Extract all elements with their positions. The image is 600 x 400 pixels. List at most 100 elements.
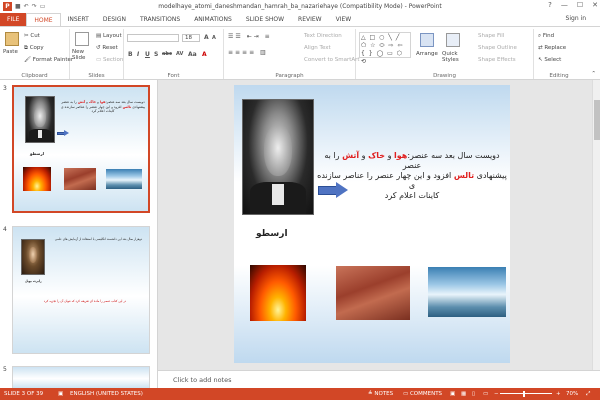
strikethrough-button[interactable]: abc xyxy=(162,51,172,57)
character-spacing-button[interactable]: AV xyxy=(176,51,183,57)
portrait-image xyxy=(25,96,55,143)
spellcheck-icon[interactable]: ▣ xyxy=(58,391,63,397)
comments-button[interactable]: ▭ COMMENTS xyxy=(403,391,442,397)
normal-view-icon[interactable]: ▣ xyxy=(450,391,455,397)
fit-to-window-icon[interactable]: ⤢ xyxy=(586,391,590,398)
convert-smartart-button[interactable]: Convert to SmartArt xyxy=(304,57,360,63)
reading-view-icon[interactable]: ▯ xyxy=(472,391,475,397)
align-text-button[interactable]: Align Text xyxy=(304,45,331,51)
select-button[interactable]: ↖ Select xyxy=(538,57,561,63)
sky-image xyxy=(428,267,506,317)
text-direction-button[interactable]: Text Direction xyxy=(304,33,342,39)
help-icon[interactable]: ? xyxy=(548,1,552,9)
shape-outline-button[interactable]: Shape Outline xyxy=(478,45,517,51)
notes-label: NOTES xyxy=(374,391,394,397)
slide-thumbnails-pane: 3 ارسطو دویست سال بعد سه عنصر:هوا و خاک … xyxy=(0,80,158,388)
thumb-caption: ارسطو xyxy=(30,151,45,156)
cut-button[interactable]: ✂ Cut xyxy=(24,33,40,39)
maximize-icon[interactable]: ☐ xyxy=(577,1,583,9)
font-name-field[interactable] xyxy=(127,34,179,42)
portrait-image xyxy=(21,239,45,275)
zoom-in-icon[interactable]: + xyxy=(556,391,561,397)
quick-styles-icon[interactable] xyxy=(446,33,460,47)
window-controls: ? — ☐ ✕ xyxy=(548,1,598,9)
tab-design[interactable]: DESIGN xyxy=(96,13,133,26)
select-label: Select xyxy=(544,57,562,63)
slide-thumbnail-5[interactable] xyxy=(12,366,150,388)
font-label: Font xyxy=(167,73,180,79)
align-buttons-icon[interactable]: ≡≡≡≡ ▥ xyxy=(228,49,268,56)
arrange-button[interactable]: Arrange xyxy=(416,51,438,57)
underline-button[interactable]: U xyxy=(145,51,150,58)
shape-fill-button[interactable]: Shape Fill xyxy=(478,33,504,39)
fire-image xyxy=(250,265,306,321)
notes-pane[interactable]: Click to add notes xyxy=(158,370,600,388)
fire-image xyxy=(23,167,51,191)
editor-scrollbar[interactable] xyxy=(592,80,600,370)
tab-slide-show[interactable]: SLIDE SHOW xyxy=(239,13,291,26)
font-size-field[interactable]: 18 xyxy=(182,34,200,42)
sign-in-link[interactable]: Sign in xyxy=(566,15,586,22)
notes-button[interactable]: ≜ NOTES xyxy=(368,391,393,397)
italic-button[interactable]: I xyxy=(137,51,139,58)
slideshow-view-icon[interactable]: ▭ xyxy=(483,391,488,397)
current-slide[interactable]: ارسطو دویست سال بعد سه عنصر:هوا و خاک و … xyxy=(234,85,510,363)
paste-icon[interactable] xyxy=(5,32,19,46)
new-slide-icon[interactable] xyxy=(75,32,89,46)
slide-thumbnail-3[interactable]: ارسطو دویست سال بعد سه عنصر:هوا و خاک و … xyxy=(12,85,150,213)
quick-styles-button[interactable]: Quick Styles xyxy=(442,51,464,63)
shapes-gallery[interactable]: △ □ ○ ╲ ╱ ⬠ ☆ ⬭ ⇨ ⇦ { } ◯ ▭ ⬡ ⟲ xyxy=(359,32,411,65)
copy-button[interactable]: ⧉ Copy xyxy=(24,45,44,52)
tab-file[interactable]: FILE xyxy=(0,13,27,26)
slide-thumbnail-4[interactable]: رابرت بویل دوهزار سال بعد این دانشمند ان… xyxy=(12,226,150,354)
paragraph-label: Paragraph xyxy=(275,73,304,79)
slide-sorter-icon[interactable]: ▦ xyxy=(461,391,466,397)
zoom-slider[interactable] xyxy=(500,393,552,394)
reset-button[interactable]: ↺ Reset xyxy=(96,45,118,51)
shadow-button[interactable]: S xyxy=(154,51,158,58)
tab-animations[interactable]: ANIMATIONS xyxy=(187,13,239,26)
minimize-icon[interactable]: — xyxy=(561,1,568,9)
font-color-button[interactable]: A xyxy=(202,51,207,58)
tab-home[interactable]: HOME xyxy=(26,13,61,26)
shrink-font-icon[interactable]: A xyxy=(212,35,216,41)
scrollbar-thumb[interactable] xyxy=(594,100,600,140)
paste-button[interactable]: Paste xyxy=(3,49,18,55)
bold-button[interactable]: B xyxy=(128,51,133,58)
format-painter-button[interactable]: 🖌 Format Painter xyxy=(24,57,73,63)
editing-label: Editing xyxy=(549,73,569,79)
zoom-out-icon[interactable]: − xyxy=(494,391,499,397)
thumb-caption: رابرت بویل xyxy=(25,279,42,283)
close-icon[interactable]: ✕ xyxy=(592,1,598,9)
list-buttons-icon[interactable]: ☰☰ ⇤⇥ ≡ xyxy=(228,33,272,40)
zoom-level[interactable]: 70% xyxy=(566,391,578,397)
zoom-slider-thumb[interactable] xyxy=(523,391,526,397)
find-button[interactable]: ⌕ Find xyxy=(538,33,554,40)
tab-review[interactable]: REVIEW xyxy=(291,13,329,26)
comments-label: COMMENTS xyxy=(409,391,443,397)
collapse-ribbon-icon[interactable]: ⌃ xyxy=(591,71,596,77)
change-case-button[interactable]: Aa xyxy=(188,51,197,58)
layout-label: Layout xyxy=(102,33,122,39)
replace-button[interactable]: ⇄ Replace xyxy=(538,45,566,51)
slide-caption: ارسطو xyxy=(256,229,288,239)
section-icon: ▭ xyxy=(96,57,103,63)
slides-label: Slides xyxy=(88,73,105,79)
notes-placeholder[interactable]: Click to add notes xyxy=(173,376,231,384)
shape-effects-button[interactable]: Shape Effects xyxy=(478,57,516,63)
thumb-body-text: دوهزار سال بعد این دانشمند انگلیسی با اس… xyxy=(54,237,143,241)
grow-font-icon[interactable]: A xyxy=(204,34,209,41)
tab-transitions[interactable]: TRANSITIONS xyxy=(133,13,187,26)
language-indicator[interactable]: ENGLISH (UNITED STATES) xyxy=(70,391,143,397)
drawing-group: △ □ ○ ╲ ╱ ⬠ ☆ ⬭ ⇨ ⇦ { } ◯ ▭ ⬡ ⟲ Arrange … xyxy=(356,29,534,79)
slide-editor: ارسطو دویست سال بعد سه عنصر:هوا و خاک و … xyxy=(158,80,600,370)
layout-button[interactable]: ▤ Layout xyxy=(96,33,122,39)
cut-label: Cut xyxy=(30,33,40,39)
arrange-icon[interactable] xyxy=(420,33,434,47)
ribbon-tabs: FILE HOME INSERT DESIGN TRANSITIONS ANIM… xyxy=(0,12,600,26)
tab-insert[interactable]: INSERT xyxy=(61,13,96,26)
new-slide-button[interactable]: New Slide xyxy=(72,49,94,61)
section-button[interactable]: ▭ Section xyxy=(96,57,123,63)
replace-label: Replace xyxy=(544,45,567,51)
tab-view[interactable]: VIEW xyxy=(329,13,359,26)
